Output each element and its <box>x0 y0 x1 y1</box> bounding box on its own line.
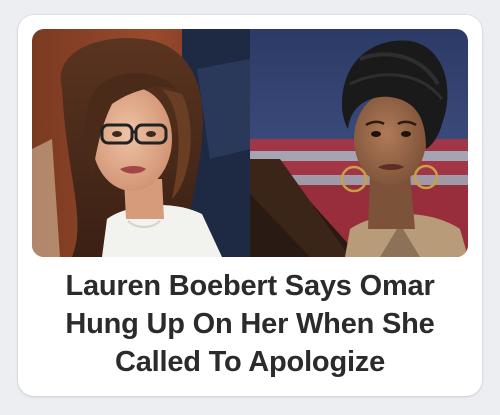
article-headline[interactable]: Lauren Boebert Says Omar Hung Up On Her … <box>32 267 468 381</box>
photo-ilhan-omar <box>250 29 468 257</box>
portrait-right-graphic <box>250 29 468 257</box>
portrait-left-graphic <box>32 29 250 257</box>
photo-lauren-boebert <box>32 29 250 257</box>
article-card[interactable]: Lauren Boebert Says Omar Hung Up On Her … <box>18 15 482 396</box>
article-image[interactable] <box>32 29 468 257</box>
